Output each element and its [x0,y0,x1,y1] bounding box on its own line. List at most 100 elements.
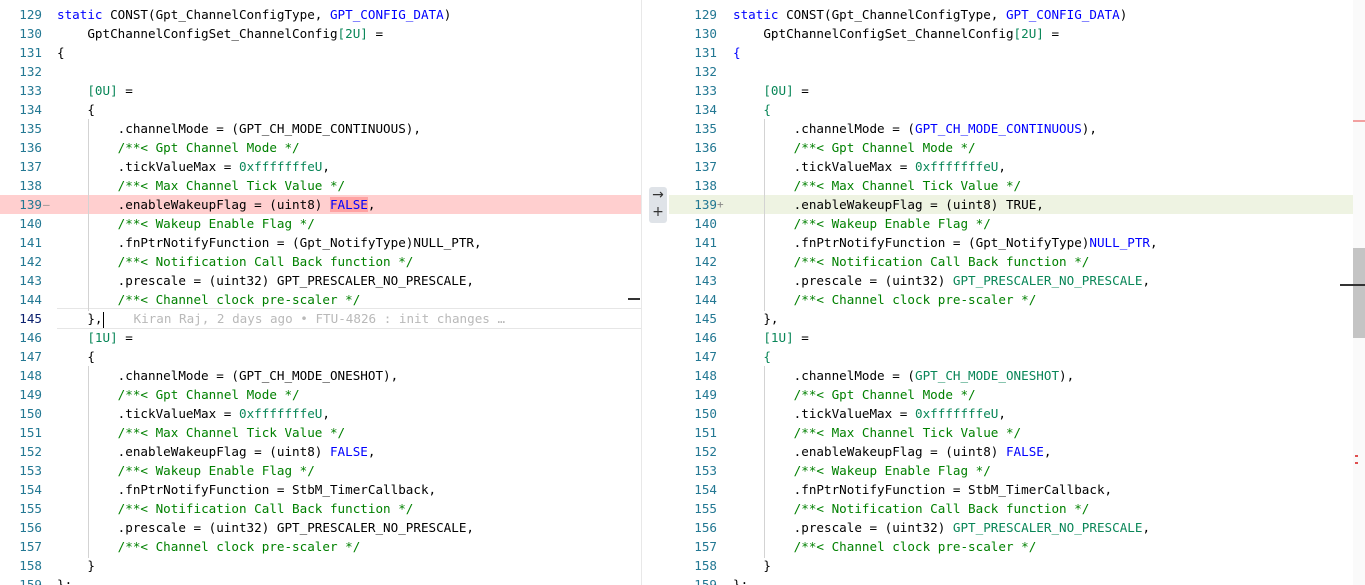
code-text: } [57,556,641,575]
code-token: /**< Gpt Channel Mode */ [117,387,300,402]
code-line[interactable]: 159}; [669,575,1353,585]
code-line[interactable]: 148 .channelMode = (GPT_CH_MODE_ONESHOT)… [0,366,641,385]
scrollbar-thumb[interactable] [1353,248,1365,338]
code-line[interactable]: 156 .prescale = (uint32) GPT_PRESCALER_N… [0,518,641,537]
code-line[interactable]: 155 /**< Notification Call Back function… [0,499,641,518]
code-line[interactable]: 134 { [0,100,641,119]
code-line[interactable]: 154 .fnPtrNotifyFunction = StbM_TimerCal… [0,480,641,499]
code-line[interactable]: 142 /**< Notification Call Back function… [669,252,1353,271]
code-line[interactable]: 143 .prescale = (uint32) GPT_PRESCALER_N… [669,271,1353,290]
code-token: } [57,558,95,573]
code-line[interactable]: 139 + .enableWakeupFlag = (uint8) TRUE, [669,195,1353,214]
code-line[interactable]: 142 /**< Notification Call Back function… [0,252,641,271]
code-token: /**< Channel clock pre-scaler */ [793,539,1037,554]
code-line[interactable]: 137 .tickValueMax = 0xfffffffeU, [0,157,641,176]
code-token: = [117,330,133,345]
code-text: /**< Channel clock pre-scaler */ [57,537,641,556]
pane-separator [641,0,642,585]
code-line[interactable]: 157 /**< Channel clock pre-scaler */ [0,537,641,556]
code-line[interactable]: 158 } [0,556,641,575]
code-line[interactable]: 150 .tickValueMax = 0xfffffffeU, [669,404,1353,423]
line-number: 143 [694,273,717,288]
code-line[interactable]: 150 .tickValueMax = 0xfffffffeU, [0,404,641,423]
code-line[interactable]: 149 /**< Gpt Channel Mode */ [0,385,641,404]
line-number: 158 [694,558,717,573]
code-line[interactable]: 140 /**< Wakeup Enable Flag */ [669,214,1353,233]
code-line[interactable]: 138 /**< Max Channel Tick Value */ [0,176,641,195]
code-line[interactable]: 149 /**< Gpt Channel Mode */ [669,385,1353,404]
code-line[interactable]: 146 [1U] = [669,328,1353,347]
code-line[interactable]: 154 .fnPtrNotifyFunction = StbM_TimerCal… [669,480,1353,499]
text-cursor [102,311,104,328]
code-line[interactable]: 131 { [0,43,641,62]
code-line[interactable]: 130 GptChannelConfigSet_ChannelConfig[2U… [669,24,1353,43]
code-line[interactable]: 153 /**< Wakeup Enable Flag */ [669,461,1353,480]
right-code-area[interactable]: 129 static CONST(Gpt_ChannelConfigType, G… [669,5,1353,585]
code-text: /**< Gpt Channel Mode */ [733,385,1353,404]
line-number: 152 [19,444,42,459]
revert-change-button[interactable]: → + [649,187,667,223]
left-code-area[interactable]: 129 static CONST(Gpt_ChannelConfigType, G… [0,5,641,585]
code-token: /**< Channel clock pre-scaler */ [793,292,1037,307]
code-line[interactable]: 133 [0U] = [0,81,641,100]
code-line[interactable]: 158 } [669,556,1353,575]
code-line[interactable]: 145 }, [669,309,1353,328]
code-line[interactable]: 129 static CONST(Gpt_ChannelConfigType, G… [0,5,641,24]
code-line[interactable]: 155 /**< Notification Call Back function… [669,499,1353,518]
code-line[interactable]: 144 /**< Channel clock pre-scaler */ [669,290,1353,309]
code-line[interactable]: 135 .channelMode = (GPT_CH_MODE_CONTINUO… [0,119,641,138]
code-line[interactable]: 141 .fnPtrNotifyFunction = (Gpt_NotifyTy… [0,233,641,252]
code-text: { [57,347,641,366]
code-token: , [367,197,376,212]
code-line[interactable]: 132 [0,62,641,81]
line-number: 151 [19,425,42,440]
code-line[interactable]: 136 /**< Gpt Channel Mode */ [0,138,641,157]
code-text: /**< Wakeup Enable Flag */ [57,214,641,233]
code-text: static CONST(Gpt_ChannelConfigType, GPT_… [733,5,1353,24]
code-line[interactable]: 145 }, Kiran Raj, 2 days ago • FTU-4826 :… [0,308,641,329]
code-token: .tickValueMax = [57,159,239,174]
code-line[interactable]: 152 .enableWakeupFlag = (uint8) FALSE, [669,442,1353,461]
code-token: .fnPtrNotifyFunction = StbM_TimerCallbac… [57,482,437,497]
code-line[interactable]: 156 .prescale = (uint32) GPT_PRESCALER_N… [669,518,1353,537]
code-line[interactable]: 147 { [0,347,641,366]
code-line[interactable]: 153 /**< Wakeup Enable Flag */ [0,461,641,480]
code-line[interactable]: 157 /**< Channel clock pre-scaler */ [669,537,1353,556]
code-line[interactable]: 132 [669,62,1353,81]
code-line[interactable]: 152 .enableWakeupFlag = (uint8) FALSE, [0,442,641,461]
right-editor-pane[interactable]: 129 static CONST(Gpt_ChannelConfigType, G… [669,0,1353,585]
code-line[interactable]: 136 /**< Gpt Channel Mode */ [669,138,1353,157]
code-token: .tickValueMax = [733,159,915,174]
diff-overview-mark [1355,462,1358,464]
code-line[interactable]: 135 .channelMode = (GPT_CH_MODE_CONTINUO… [669,119,1353,138]
code-line[interactable]: 134 { [669,100,1353,119]
code-line[interactable]: 133 [0U] = [669,81,1353,100]
line-number: 159 [694,577,717,585]
code-line[interactable]: 131 { [669,43,1353,62]
code-token: GPT_CH_MODE_ONESHOT [914,368,1060,383]
code-text: { [733,100,1353,119]
code-line[interactable]: 148 .channelMode = (GPT_CH_MODE_ONESHOT)… [669,366,1353,385]
line-number: 142 [694,254,717,269]
code-line[interactable]: 129 static CONST(Gpt_ChannelConfigType, G… [669,5,1353,24]
code-line[interactable]: 144 /**< Channel clock pre-scaler */ [0,290,641,309]
left-overview-ruler[interactable] [628,0,640,585]
code-line[interactable]: 141 .fnPtrNotifyFunction = (Gpt_NotifyTy… [669,233,1353,252]
code-line[interactable]: 159}; [0,575,641,585]
code-line[interactable]: 138 /**< Max Channel Tick Value */ [669,176,1353,195]
code-line[interactable]: 140 /**< Wakeup Enable Flag */ [0,214,641,233]
code-line[interactable]: 146 [1U] = [0,328,641,347]
code-line[interactable]: 151 /**< Max Channel Tick Value */ [669,423,1353,442]
code-line[interactable]: 147 { [669,347,1353,366]
code-line[interactable]: 130 GptChannelConfigSet_ChannelConfig[2U… [0,24,641,43]
left-editor-pane[interactable]: 129 static CONST(Gpt_ChannelConfigType, G… [0,0,641,585]
code-line[interactable]: 151 /**< Max Channel Tick Value */ [0,423,641,442]
code-line[interactable]: 139— .enableWakeupFlag = (uint8) FALSE, [0,195,641,214]
code-line[interactable]: 143 .prescale = (uint32) GPT_PRESCALER_N… [0,271,641,290]
code-token: CONST(Gpt_ChannelConfigType, [778,7,1006,22]
line-number: 134 [694,102,717,117]
code-text: /**< Channel clock pre-scaler */ [733,537,1353,556]
code-token: }; [733,577,749,585]
code-token: [0U] [87,83,118,98]
code-line[interactable]: 137 .tickValueMax = 0xfffffffeU, [669,157,1353,176]
